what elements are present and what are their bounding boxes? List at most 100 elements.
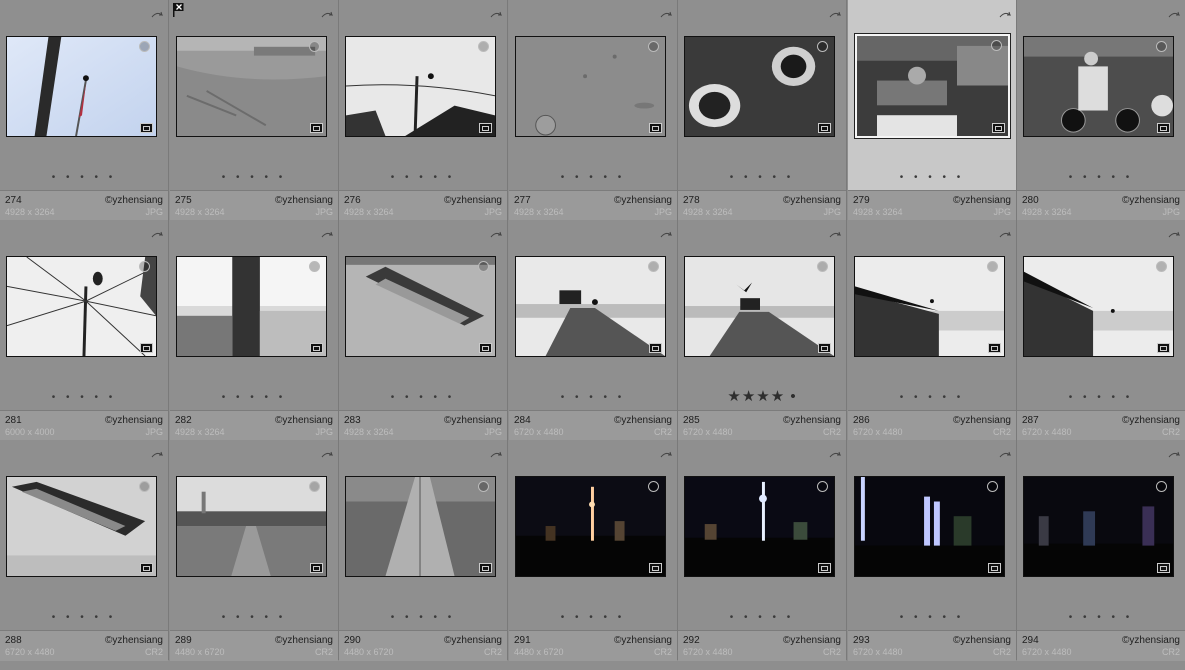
- rotate-icon[interactable]: [151, 6, 164, 18]
- star-rating[interactable]: ★★★★ •: [678, 387, 846, 405]
- photo-thumbnail[interactable]: [1023, 36, 1174, 137]
- star-rating[interactable]: • • • • •: [0, 172, 168, 183]
- rotate-icon[interactable]: [829, 226, 842, 238]
- thumbnail-cell[interactable]: • • • • • 284 ©yzhensiang 6720 x 4480 CR2: [509, 220, 678, 441]
- star-rating[interactable]: • • • • •: [339, 392, 507, 403]
- star-rating[interactable]: • • • • •: [170, 172, 338, 183]
- thumbnail-cell[interactable]: • • • • • 292 ©yzhensiang 6720 x 4480 CR2: [678, 440, 847, 661]
- photo-thumbnail[interactable]: [684, 476, 835, 577]
- star-rating[interactable]: • • • • •: [1017, 612, 1185, 623]
- rotate-icon[interactable]: [490, 226, 503, 238]
- quick-collection-circle-icon[interactable]: [139, 261, 150, 272]
- thumbnail-cell[interactable]: • • • • • 289 ©yzhensiang 4480 x 6720 CR2: [170, 440, 339, 661]
- rotate-icon[interactable]: [660, 446, 673, 458]
- thumbnail-cell[interactable]: • • • • • 294 ©yzhensiang 6720 x 4480 CR2: [1017, 440, 1185, 661]
- thumbnail-cell[interactable]: • • • • • 277 ©yzhensiang 4928 x 3264 JPG: [509, 0, 678, 221]
- thumbnail-cell[interactable]: • • • • • 291 ©yzhensiang 4480 x 6720 CR2: [509, 440, 678, 661]
- star-rating[interactable]: • • • • •: [509, 612, 677, 623]
- star-rating[interactable]: • • • • •: [339, 172, 507, 183]
- photo-thumbnail[interactable]: [345, 256, 496, 357]
- photo-thumbnail[interactable]: [176, 256, 327, 357]
- star-rating[interactable]: • • • • •: [509, 172, 677, 183]
- star-rating[interactable]: • • • • •: [1017, 172, 1185, 183]
- quick-collection-circle-icon[interactable]: [648, 481, 659, 492]
- thumbnail-cell[interactable]: • • • • • 282 ©yzhensiang 4928 x 3264 JPG: [170, 220, 339, 441]
- star-rating[interactable]: • • • • •: [170, 612, 338, 623]
- thumbnail-cell[interactable]: • • • • • 283 ©yzhensiang 4928 x 3264 JPG: [339, 220, 508, 441]
- thumbnail-cell[interactable]: • • • • • 287 ©yzhensiang 6720 x 4480 CR2: [1017, 220, 1185, 441]
- quick-collection-circle-icon[interactable]: [139, 481, 150, 492]
- photo-thumbnail[interactable]: [515, 256, 666, 357]
- rotate-icon[interactable]: [321, 6, 334, 18]
- photo-thumbnail[interactable]: [854, 256, 1005, 357]
- quick-collection-circle-icon[interactable]: [478, 481, 489, 492]
- photo-thumbnail[interactable]: [515, 36, 666, 137]
- quick-collection-circle-icon[interactable]: [309, 261, 320, 272]
- rotate-icon[interactable]: [1168, 446, 1181, 458]
- rotate-icon[interactable]: [999, 6, 1012, 18]
- photo-thumbnail[interactable]: [1023, 256, 1174, 357]
- star-rating[interactable]: • • • • •: [0, 612, 168, 623]
- photo-thumbnail[interactable]: [345, 36, 496, 137]
- star-rating[interactable]: • • • • •: [678, 172, 846, 183]
- quick-collection-circle-icon[interactable]: [478, 41, 489, 52]
- thumbnail-cell[interactable]: • • • • • 290 ©yzhensiang 4480 x 6720 CR2: [339, 440, 508, 661]
- quick-collection-circle-icon[interactable]: [991, 40, 1002, 51]
- rotate-icon[interactable]: [999, 226, 1012, 238]
- star-rating[interactable]: • • • • •: [0, 392, 168, 403]
- star-rating[interactable]: • • • • •: [848, 612, 1016, 623]
- quick-collection-circle-icon[interactable]: [987, 261, 998, 272]
- star-rating[interactable]: • • • • •: [848, 392, 1016, 403]
- rotate-icon[interactable]: [660, 6, 673, 18]
- photo-thumbnail[interactable]: [684, 36, 835, 137]
- quick-collection-circle-icon[interactable]: [648, 261, 659, 272]
- star-rating[interactable]: • • • • •: [339, 612, 507, 623]
- quick-collection-circle-icon[interactable]: [817, 41, 828, 52]
- thumbnail-cell[interactable]: • • • • • 286 ©yzhensiang 6720 x 4480 CR2: [848, 220, 1017, 441]
- star-rating[interactable]: • • • • •: [1017, 392, 1185, 403]
- quick-collection-circle-icon[interactable]: [817, 481, 828, 492]
- star-rating[interactable]: • • • • •: [848, 172, 1016, 183]
- thumbnail-cell[interactable]: • • • • • 276 ©yzhensiang 4928 x 3264 JPG: [339, 0, 508, 221]
- rotate-icon[interactable]: [1168, 226, 1181, 238]
- quick-collection-circle-icon[interactable]: [1156, 261, 1167, 272]
- photo-thumbnail[interactable]: [6, 256, 157, 357]
- quick-collection-circle-icon[interactable]: [1156, 481, 1167, 492]
- photo-thumbnail[interactable]: [854, 33, 1011, 139]
- rotate-icon[interactable]: [660, 226, 673, 238]
- photo-thumbnail[interactable]: [1023, 476, 1174, 577]
- rotate-icon[interactable]: [321, 226, 334, 238]
- reject-flag-icon[interactable]: [173, 3, 185, 17]
- quick-collection-circle-icon[interactable]: [309, 41, 320, 52]
- thumbnail-cell[interactable]: ★★★★ • 285 ©yzhensiang 6720 x 4480 CR2: [678, 220, 847, 441]
- photo-thumbnail[interactable]: [345, 476, 496, 577]
- thumbnail-cell[interactable]: • • • • • 280 ©yzhensiang 4928 x 3264 JPG: [1017, 0, 1185, 221]
- photo-thumbnail[interactable]: [515, 476, 666, 577]
- rotate-icon[interactable]: [151, 226, 164, 238]
- thumbnail-cell[interactable]: • • • • • 288 ©yzhensiang 6720 x 4480 CR2: [0, 440, 169, 661]
- rotate-icon[interactable]: [1168, 6, 1181, 18]
- quick-collection-circle-icon[interactable]: [478, 261, 489, 272]
- photo-thumbnail[interactable]: [176, 476, 327, 577]
- rotate-icon[interactable]: [829, 6, 842, 18]
- quick-collection-circle-icon[interactable]: [817, 261, 828, 272]
- rotate-icon[interactable]: [490, 446, 503, 458]
- thumbnail-cell[interactable]: • • • • • 281 ©yzhensiang 6000 x 4000 JPG: [0, 220, 169, 441]
- quick-collection-circle-icon[interactable]: [1156, 41, 1167, 52]
- rotate-icon[interactable]: [999, 446, 1012, 458]
- star-rating[interactable]: • • • • •: [509, 392, 677, 403]
- thumbnail-cell[interactable]: • • • • • 278 ©yzhensiang 4928 x 3264 JPG: [678, 0, 847, 221]
- rotate-icon[interactable]: [829, 446, 842, 458]
- star-rating[interactable]: • • • • •: [170, 392, 338, 403]
- star-rating[interactable]: • • • • •: [678, 612, 846, 623]
- thumbnail-cell[interactable]: • • • • • 275 ©yzhensiang 4928 x 3264 JPG: [170, 0, 339, 221]
- quick-collection-circle-icon[interactable]: [139, 41, 150, 52]
- photo-thumbnail[interactable]: [6, 36, 157, 137]
- photo-thumbnail[interactable]: [176, 36, 327, 137]
- quick-collection-circle-icon[interactable]: [309, 481, 320, 492]
- photo-thumbnail[interactable]: [6, 476, 157, 577]
- photo-thumbnail[interactable]: [684, 256, 835, 357]
- thumbnail-cell[interactable]: • • • • • 279 ©yzhensiang 4928 x 3264 JPG: [848, 0, 1017, 221]
- thumbnail-cell[interactable]: • • • • • 293 ©yzhensiang 6720 x 4480 CR2: [848, 440, 1017, 661]
- rotate-icon[interactable]: [490, 6, 503, 18]
